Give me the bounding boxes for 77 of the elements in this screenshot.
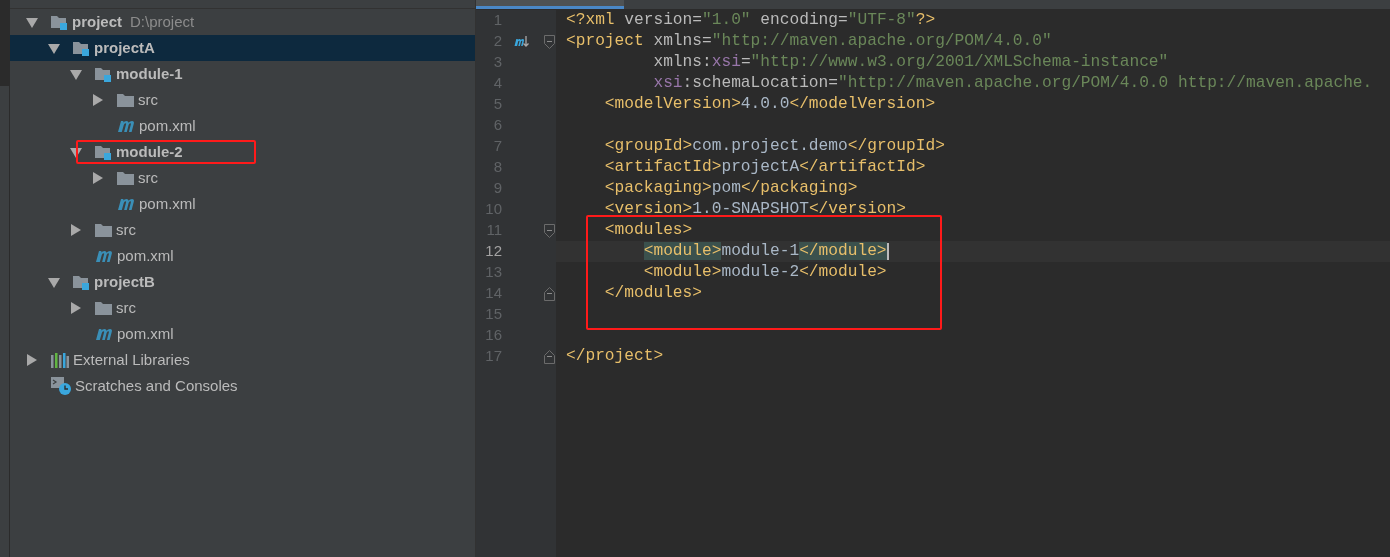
expanded-arrow-icon[interactable] bbox=[26, 16, 38, 28]
expanded-arrow-icon[interactable] bbox=[70, 68, 82, 80]
fold-start-icon[interactable] bbox=[543, 34, 555, 49]
tree-item-label: External Libraries bbox=[73, 349, 190, 370]
folder-icon bbox=[117, 171, 134, 185]
tree-item[interactable]: Scratches and Consoles bbox=[10, 373, 475, 399]
fold-start-icon[interactable] bbox=[543, 223, 555, 238]
library-bars-icon bbox=[51, 352, 69, 368]
code-line: <module>module-1</module> bbox=[642, 241, 887, 262]
tree-item[interactable]: projectA bbox=[10, 35, 475, 61]
tree-item-label: pom.xml bbox=[117, 245, 174, 266]
tree-item-label: pom.xml bbox=[117, 323, 174, 344]
tree-item[interactable]: pom.xml bbox=[10, 191, 475, 217]
tree-item[interactable]: pom.xml bbox=[10, 243, 475, 269]
tree-item-label: Scratches and Consoles bbox=[75, 375, 238, 396]
code-line: <modules> bbox=[603, 220, 693, 241]
tree-item[interactable]: src bbox=[10, 217, 475, 243]
tree-item-label: module-1 bbox=[116, 63, 183, 84]
tree-item-label: src bbox=[116, 219, 136, 240]
tree-item[interactable]: src bbox=[10, 295, 475, 321]
module-folder-icon bbox=[51, 14, 68, 30]
fold-end-icon[interactable] bbox=[543, 286, 555, 301]
tree-item[interactable]: src bbox=[10, 87, 475, 113]
tree-item[interactable]: project D:\project bbox=[10, 9, 475, 35]
folder-icon bbox=[117, 93, 134, 107]
tree-item-label: pom.xml bbox=[139, 193, 196, 214]
code-line: </modules> bbox=[603, 283, 702, 304]
collapsed-arrow-icon[interactable] bbox=[26, 354, 38, 366]
text-cursor bbox=[886, 243, 889, 260]
module-folder-icon bbox=[73, 40, 90, 56]
maven-file-icon bbox=[117, 119, 135, 133]
tree-item-label: projectA bbox=[94, 37, 155, 58]
code-line: </project> bbox=[566, 346, 664, 367]
folder-icon bbox=[95, 223, 112, 237]
code-line: <module>module-2</module> bbox=[642, 262, 887, 283]
tree-item[interactable]: projectB bbox=[10, 269, 475, 295]
folder-icon bbox=[95, 301, 112, 315]
code-line: <groupId>com.project.demo</groupId> bbox=[603, 136, 945, 157]
tree-item-label: src bbox=[138, 167, 158, 188]
collapsed-arrow-icon[interactable] bbox=[70, 224, 82, 236]
module-folder-icon bbox=[95, 144, 112, 160]
tree-item[interactable]: src bbox=[10, 165, 475, 191]
code-line: <modelVersion>4.0.0</modelVersion> bbox=[603, 94, 936, 115]
maven-file-icon bbox=[117, 197, 135, 211]
tree-item-label: src bbox=[138, 89, 158, 110]
code-line: <artifactId>projectA</artifactId> bbox=[603, 157, 926, 178]
project-path: D:\project bbox=[130, 11, 195, 32]
fold-end-icon[interactable] bbox=[543, 349, 555, 364]
maven-file-icon bbox=[95, 249, 113, 263]
maven-navigate-icon[interactable] bbox=[514, 34, 530, 49]
maven-file-icon bbox=[95, 327, 113, 341]
code-line: <packaging>pom</packaging> bbox=[603, 178, 858, 199]
tree-item-label: src bbox=[116, 297, 136, 318]
tree-item[interactable]: module-2 bbox=[10, 139, 475, 165]
collapsed-arrow-icon[interactable] bbox=[92, 172, 104, 184]
collapsed-arrow-icon[interactable] bbox=[92, 94, 104, 106]
tree-item[interactable]: External Libraries bbox=[10, 347, 475, 373]
tree-item[interactable]: pom.xml bbox=[10, 321, 475, 347]
module-folder-icon bbox=[95, 66, 112, 82]
module-folder-icon bbox=[73, 274, 90, 290]
collapsed-arrow-icon[interactable] bbox=[70, 302, 82, 314]
tree-item-label: module-2 bbox=[116, 141, 183, 162]
expanded-arrow-icon[interactable] bbox=[70, 146, 82, 158]
tree-item-label: pom.xml bbox=[139, 115, 196, 136]
code-line: <version>1.0-SNAPSHOT</version> bbox=[603, 199, 907, 220]
line-number: 12 bbox=[484, 241, 502, 262]
scratch-console-icon bbox=[51, 377, 71, 395]
code-line: xsi:schemaLocation="http://maven.apache.org/POM/4.0.0 http://maven.apache. bbox=[652, 73, 1373, 94]
code-line: xmlns:xsi="http://www.w3.org/2001/XMLSchema-instance" bbox=[652, 52, 1169, 73]
tree-item-label: projectB bbox=[94, 271, 155, 292]
tree-item[interactable]: pom.xml bbox=[10, 113, 475, 139]
code-line: <?xml version="1.0" encoding="UTF-8"?> bbox=[566, 10, 936, 31]
expanded-arrow-icon[interactable] bbox=[48, 276, 60, 288]
tree-item[interactable]: module-1 bbox=[10, 61, 475, 87]
tree-item-label: project bbox=[72, 11, 122, 32]
code-line: <project xmlns="http://maven.apache.org/POM/4.0.0" bbox=[566, 31, 1052, 52]
expanded-arrow-icon[interactable] bbox=[48, 42, 60, 54]
